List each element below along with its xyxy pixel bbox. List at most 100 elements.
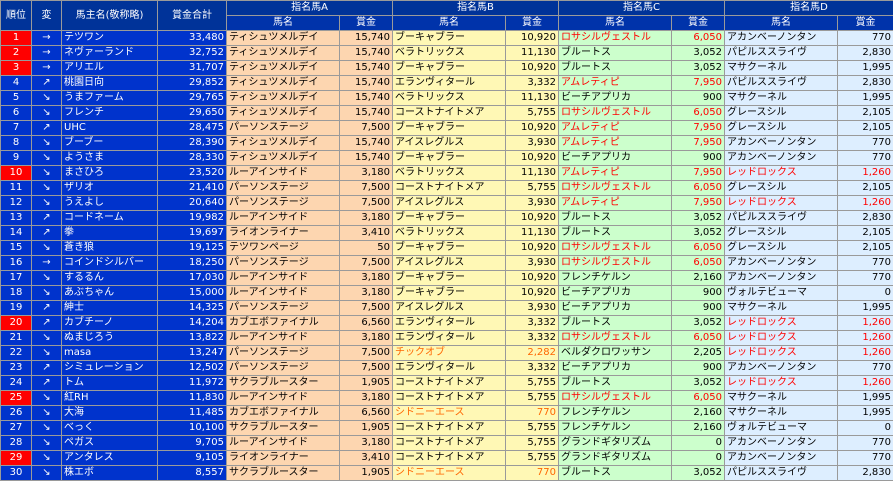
table-row: 29↘アンタレス9,105ライオンライナー3,410コーストナイトメア5,755… [1, 451, 893, 466]
table-row: 21↘ぬまじろう13,822ルーアインサイド3,180エランヴィタール3,332… [1, 331, 893, 346]
horse-c-name: ロサシルヴェストル [559, 31, 672, 46]
horse-c-name: アムレティピ [559, 121, 672, 136]
header-group-b: 指名馬B [393, 1, 559, 16]
horse-c-name: ブルートス [559, 211, 672, 226]
horse-a-prize: 15,740 [340, 91, 393, 106]
total-prize-cell: 31,707 [158, 61, 227, 76]
total-prize-cell: 20,640 [158, 196, 227, 211]
horse-b-prize: 10,920 [506, 61, 559, 76]
table-row: 23↗シミュレーション12,502パーソンステージ7,500エランヴィタール3,… [1, 361, 893, 376]
total-prize-cell: 29,765 [158, 91, 227, 106]
horse-a-prize: 6,560 [340, 406, 393, 421]
rank-cell: 14 [1, 226, 32, 241]
horse-b-prize: 3,930 [506, 256, 559, 271]
owner-name-cell: ペガス [62, 436, 158, 451]
horse-c-name: ブルートス [559, 466, 672, 481]
horse-c-prize: 2,205 [672, 346, 725, 361]
horse-b-prize: 5,755 [506, 421, 559, 436]
total-prize-cell: 11,972 [158, 376, 227, 391]
rank-cell: 23 [1, 361, 32, 376]
rank-cell: 1 [1, 31, 32, 46]
header-group-a: 指名馬A [227, 1, 393, 16]
horse-a-prize: 7,500 [340, 196, 393, 211]
horse-c-prize: 7,950 [672, 76, 725, 91]
horse-a-name: カブエボファイナル [227, 406, 340, 421]
horse-b-name: ベラトリックス [393, 166, 506, 181]
rank-cell: 2 [1, 46, 32, 61]
trend-arrow-icon: → [32, 31, 62, 46]
rank-cell: 15 [1, 241, 32, 256]
owner-name-cell: フレンチ [62, 106, 158, 121]
horse-d-name: パピルススライヴ [725, 46, 838, 61]
horse-b-name: コーストナイトメア [393, 391, 506, 406]
total-prize-cell: 18,250 [158, 256, 227, 271]
owner-name-cell: 拳 [62, 226, 158, 241]
horse-d-prize: 2,830 [838, 76, 893, 91]
horse-b-prize: 5,755 [506, 451, 559, 466]
horse-a-prize: 15,740 [340, 136, 393, 151]
header-group-c: 指名馬C [559, 1, 725, 16]
horse-b-prize: 11,130 [506, 226, 559, 241]
horse-a-prize: 3,180 [340, 286, 393, 301]
horse-a-name: ティシュツメルデイ [227, 106, 340, 121]
table-row: 8↘ブーブー28,390ティシュツメルデイ15,740アイスレグルス3,930ア… [1, 136, 893, 151]
horse-b-name: エランヴィタール [393, 361, 506, 376]
horse-b-name: アイスレグルス [393, 256, 506, 271]
horse-a-prize: 15,740 [340, 76, 393, 91]
horse-a-prize: 3,180 [340, 331, 393, 346]
total-prize-cell: 19,697 [158, 226, 227, 241]
horse-d-prize: 1,260 [838, 346, 893, 361]
owner-name-cell: べっく [62, 421, 158, 436]
horse-b-prize: 11,130 [506, 46, 559, 61]
table-row: 10↘まさひろ23,520ルーアインサイド3,180ベラトリックス11,130ア… [1, 166, 893, 181]
horse-a-prize: 7,500 [340, 361, 393, 376]
horse-d-prize: 2,830 [838, 466, 893, 481]
trend-arrow-icon: ↗ [32, 211, 62, 226]
horse-a-prize: 1,905 [340, 376, 393, 391]
horse-b-name: コーストナイトメア [393, 436, 506, 451]
horse-c-prize: 6,050 [672, 31, 725, 46]
horse-c-name: ビーチアプリカ [559, 91, 672, 106]
header-total: 賞金合計 [158, 1, 227, 31]
horse-b-prize: 3,332 [506, 361, 559, 376]
rank-cell: 4 [1, 76, 32, 91]
horse-d-name: グレースシル [725, 121, 838, 136]
horse-c-name: ロサシルヴェストル [559, 241, 672, 256]
horse-b-name: ブーキャブラー [393, 121, 506, 136]
horse-c-prize: 0 [672, 436, 725, 451]
horse-a-prize: 50 [340, 241, 393, 256]
header-b-name: 馬名 [393, 16, 506, 31]
horse-c-name: ロサシルヴェストル [559, 331, 672, 346]
trend-arrow-icon: ↘ [32, 286, 62, 301]
horse-b-name: ブーキャブラー [393, 31, 506, 46]
horse-b-name: ブーキャブラー [393, 151, 506, 166]
horse-b-prize: 11,130 [506, 166, 559, 181]
horse-d-name: レッドロックス [725, 346, 838, 361]
horse-a-prize: 1,905 [340, 466, 393, 481]
total-prize-cell: 17,030 [158, 271, 227, 286]
owner-name-cell: あぶちゃん [62, 286, 158, 301]
horse-c-prize: 3,052 [672, 46, 725, 61]
rank-cell: 21 [1, 331, 32, 346]
trend-arrow-icon: ↘ [32, 166, 62, 181]
total-prize-cell: 14,204 [158, 316, 227, 331]
horse-b-name: アイスレグルス [393, 301, 506, 316]
horse-b-name: ブーキャブラー [393, 61, 506, 76]
horse-a-name: ライオンライナー [227, 451, 340, 466]
horse-c-prize: 6,050 [672, 241, 725, 256]
owner-name-cell: ブーブー [62, 136, 158, 151]
trend-arrow-icon: ↘ [32, 196, 62, 211]
horse-c-prize: 3,052 [672, 316, 725, 331]
horse-b-prize: 5,755 [506, 106, 559, 121]
horse-b-name: エランヴィタール [393, 76, 506, 91]
horse-b-prize: 5,755 [506, 181, 559, 196]
rank-cell: 27 [1, 421, 32, 436]
trend-arrow-icon: ↘ [32, 136, 62, 151]
horse-c-name: ビーチアプリカ [559, 286, 672, 301]
total-prize-cell: 15,000 [158, 286, 227, 301]
horse-b-name: アイスレグルス [393, 196, 506, 211]
header-owner: 馬主名(敬称略) [62, 1, 158, 31]
total-prize-cell: 32,752 [158, 46, 227, 61]
horse-b-prize: 3,930 [506, 301, 559, 316]
horse-a-name: ティシュツメルデイ [227, 31, 340, 46]
